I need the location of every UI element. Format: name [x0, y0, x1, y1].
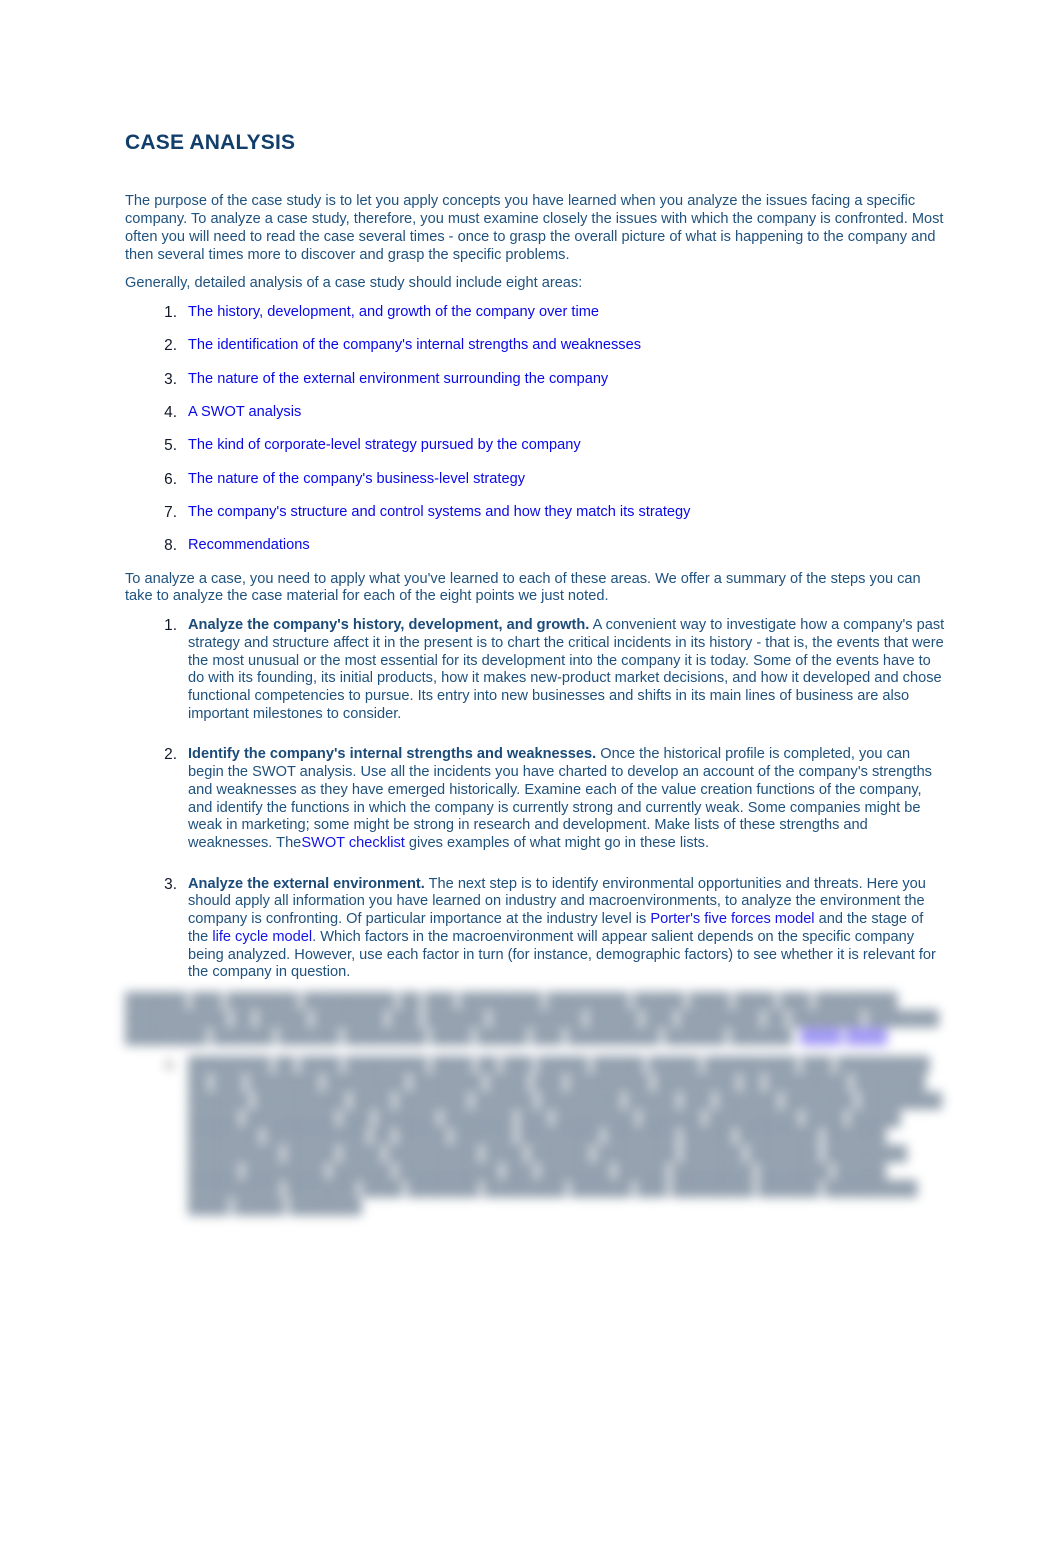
obscured-steps-list: 4. ████████ ██ ████ ████████ ████ ██ ███ … — [125, 1057, 950, 1216]
blurred-text-block: ██████ ███ ███████ █████████ ██ ███ ████… — [125, 993, 950, 1217]
list-item: 5. The kind of corporate-level strategy p… — [125, 437, 947, 455]
step-number: 3. — [164, 875, 177, 893]
list-item: 3. The nature of the external environment… — [125, 371, 947, 389]
eight-areas-list: 1. The history, development, and growth o… — [125, 304, 947, 555]
step-number: 1. — [164, 617, 177, 635]
intro-paragraph: The purpose of the case study is to let … — [125, 193, 944, 263]
area-link-6[interactable]: The nature of the company's business-lev… — [188, 471, 525, 487]
step-item-1: 1. Analyze the company's history, develop… — [125, 617, 947, 723]
obscured-link[interactable]: ████ ████ — [800, 1029, 887, 1045]
step-lead-in: Analyze the external environment. — [188, 875, 425, 892]
step-body-after-link: gives examples of what might go in these… — [404, 835, 710, 852]
swot-checklist-link[interactable]: SWOT checklist — [301, 835, 405, 851]
list-lead-in-paragraph: Generally, detailed analysis of a case s… — [125, 275, 583, 292]
list-item: 8. Recommendations — [125, 537, 947, 555]
area-link-5[interactable]: The kind of corporate-level strategy pur… — [188, 437, 581, 453]
area-link-1[interactable]: The history, development, and growth of … — [188, 304, 599, 320]
document-page: CASE ANALYSIS The purpose of the case st… — [0, 0, 1062, 1556]
obscured-tail-region: ██████ ███ ███████ █████████ ██ ███ ████… — [125, 993, 950, 1240]
area-link-2[interactable]: The identification of the company's inte… — [188, 337, 641, 353]
list-item: 1. The history, development, and growth o… — [125, 304, 947, 322]
list-item-number: 4. — [164, 404, 177, 422]
step-lead-in: Analyze the company's history, developme… — [188, 617, 590, 634]
list-item: 7. The company's structure and control sy… — [125, 504, 947, 522]
analysis-steps-list: 1. Analyze the company's history, develop… — [125, 617, 947, 982]
step-item-3: 3. Analyze the external environment. The … — [125, 876, 947, 982]
step-item-4: 4. ████████ ██ ████ ████████ ████ ██ ███ … — [125, 1057, 950, 1216]
list-item-number: 5. — [164, 437, 177, 455]
list-item-number: 3. — [164, 370, 177, 388]
step-number: 2. — [164, 746, 177, 764]
list-item: 6. The nature of the company's business-l… — [125, 471, 947, 489]
porters-five-forces-model-link[interactable]: Porter's five forces model — [650, 911, 814, 927]
area-link-7[interactable]: The company's structure and control syst… — [188, 504, 690, 520]
steps-lead-in-paragraph: To analyze a case, you need to apply wha… — [125, 570, 921, 605]
list-item: 2. The identification of the company's in… — [125, 337, 947, 355]
obscured-paragraph: ██████ ███ ███████ █████████ ██ ███ ████… — [125, 993, 950, 1046]
step-body: ████████ ██ ████ ████████ ████ ██ ███ ██… — [188, 1057, 942, 1216]
step-lead-in: Identify the company's internal strength… — [188, 746, 597, 763]
list-item-number: 2. — [164, 337, 177, 355]
step-item-2: 2. Identify the company's internal streng… — [125, 746, 947, 852]
life-cycle-model-link[interactable]: life cycle model — [212, 929, 312, 945]
area-link-3[interactable]: The nature of the external environment s… — [188, 371, 608, 387]
list-item-number: 7. — [164, 503, 177, 521]
list-item-number: 1. — [164, 304, 177, 322]
list-item-number: 8. — [164, 537, 177, 555]
document-content: CASE ANALYSIS The purpose of the case st… — [125, 130, 947, 1005]
page-title: CASE ANALYSIS — [125, 131, 296, 154]
step-number: 4. — [164, 1057, 177, 1075]
area-link-8[interactable]: Recommendations — [188, 537, 310, 553]
area-link-4[interactable]: A SWOT analysis — [188, 404, 301, 420]
list-item: 4. A SWOT analysis — [125, 404, 947, 422]
list-item-number: 6. — [164, 470, 177, 488]
